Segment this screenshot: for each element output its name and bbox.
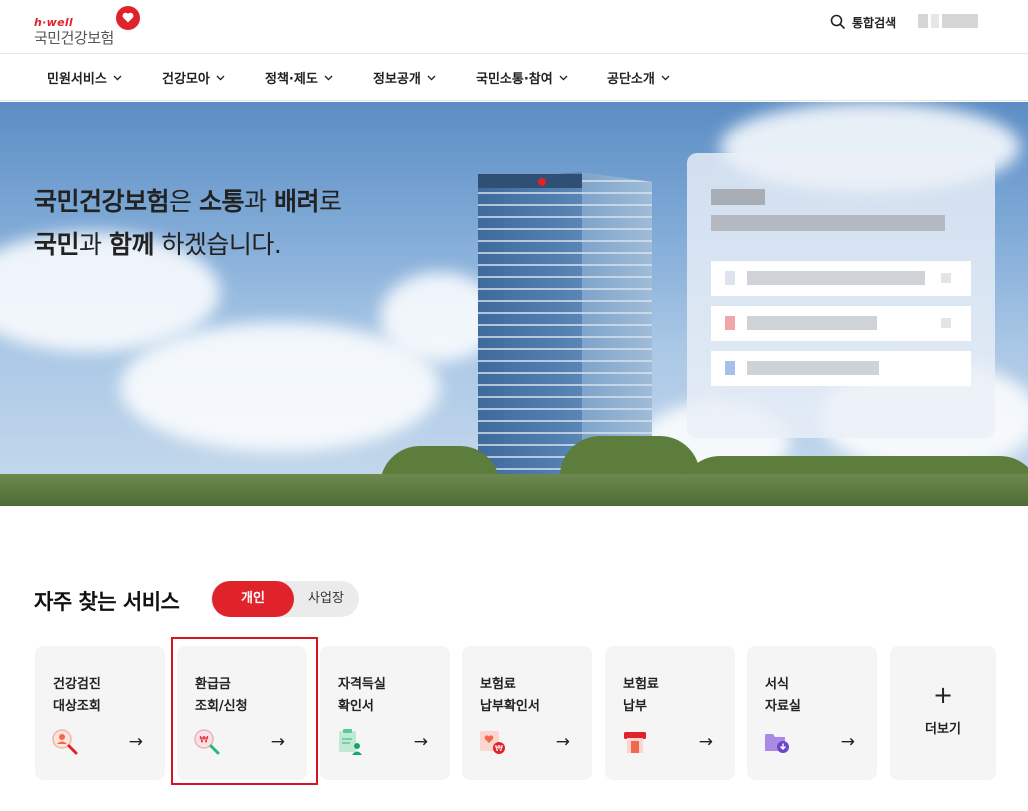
service-card-payment-certificate[interactable]: 보험료 납부확인서 ₩ → — [462, 646, 592, 780]
arrow-right-icon: → — [270, 732, 285, 752]
arrow-right-icon: → — [840, 732, 855, 752]
hero-slogan: 국민건강보험은 소통과 배려로 국민과 함께 하겠습니다. — [34, 180, 342, 266]
service-type-toggle: 개인 사업장 — [211, 581, 359, 617]
service-card-title-line1: 보험료 — [623, 677, 659, 692]
nav-item-about[interactable]: 공단소개 — [607, 68, 670, 87]
service-card-forms[interactable]: 서식 자료실 → — [747, 646, 877, 780]
nav-item-label: 정보공개 — [373, 72, 421, 87]
payment-icon — [624, 732, 646, 753]
panel-row-blurred[interactable] — [711, 351, 971, 386]
search-label: 통합검색 — [852, 15, 897, 30]
chevron-down-icon — [427, 75, 436, 81]
logo-heart-icon — [116, 6, 140, 30]
panel-row-blurred[interactable] — [711, 306, 971, 341]
payment-certificate-icon: ₩ — [480, 731, 505, 754]
arrow-right-icon: → — [698, 732, 713, 752]
service-card-refund[interactable]: 환급금 조회/신청 ₩ → — [177, 646, 307, 780]
integrated-search-button[interactable]: 통합검색 — [830, 12, 896, 32]
service-card-title-line1: 자격득실 — [338, 677, 386, 692]
folder-download-icon — [765, 734, 789, 753]
refund-search-icon: ₩ — [194, 729, 220, 755]
nhis-logo[interactable]: h·well 국민건강보험 — [34, 6, 144, 48]
frequent-services-title: 자주 찾는 서비스 — [34, 590, 180, 614]
nav-item-label: 국민소통·참여 — [476, 72, 553, 87]
panel-row-blurred[interactable] — [711, 261, 971, 296]
ground-shape — [0, 474, 1028, 506]
main-nav: 민원서비스 건강모아 정책·제도 정보공개 국민소통·참여 공단소개 — [0, 54, 1028, 101]
service-card-title-line2: 조회/신청 — [195, 699, 248, 714]
document-person-icon — [339, 729, 362, 755]
hero-slogan-line-1: 국민건강보험은 소통과 배려로 — [34, 187, 342, 216]
service-card-title-line2: 대상조회 — [53, 699, 101, 714]
nav-item-label: 정책·제도 — [265, 72, 318, 87]
chevron-down-icon — [324, 75, 333, 81]
service-card-health-checkup[interactable]: 건강검진 대상조회 → — [35, 646, 165, 780]
user-menu-blurred[interactable] — [918, 14, 978, 28]
service-card-title-line1: 환급금 — [195, 677, 231, 692]
nav-item-label: 공단소개 — [607, 72, 655, 87]
search-person-icon — [52, 729, 78, 755]
service-card-title-line2: 납부 — [623, 699, 647, 714]
service-card-payment[interactable]: 보험료 납부 → — [605, 646, 735, 780]
quick-info-panel-blurred — [687, 153, 995, 438]
hero-slogan-line-2: 국민과 함께 하겠습니다. — [34, 230, 282, 259]
nav-item-info-disclosure[interactable]: 정보공개 — [373, 68, 436, 87]
search-icon — [830, 14, 846, 30]
chevron-down-icon — [113, 75, 122, 81]
hero-banner: 국민건강보험은 소통과 배려로 국민과 함께 하겠습니다. — [0, 102, 1028, 506]
service-card-qualification[interactable]: 자격득실 확인서 → — [320, 646, 450, 780]
service-card-title-line2: 확인서 — [338, 699, 374, 714]
nav-item-label: 건강모아 — [162, 72, 210, 87]
nav-item-policy[interactable]: 정책·제도 — [265, 68, 333, 87]
nav-item-label: 민원서비스 — [47, 72, 107, 87]
arrow-right-icon: → — [128, 732, 143, 752]
chevron-down-icon — [559, 75, 568, 81]
tab-business[interactable]: 사업장 — [295, 581, 357, 617]
service-card-title-line1: 보험료 — [480, 677, 516, 692]
service-card-title-line1: 서식 — [765, 677, 789, 692]
nav-item-health-moa[interactable]: 건강모아 — [162, 68, 225, 87]
plus-icon: + — [932, 681, 954, 709]
service-card-title-line2: 납부확인서 — [480, 699, 540, 714]
arrow-right-icon: → — [413, 732, 428, 752]
tab-personal[interactable]: 개인 — [212, 581, 294, 617]
service-card-title-line2: 자료실 — [765, 699, 801, 714]
svg-text:₩: ₩ — [495, 744, 503, 753]
chevron-down-icon — [216, 75, 225, 81]
chevron-down-icon — [661, 75, 670, 81]
svg-text:₩: ₩ — [200, 736, 209, 746]
nav-item-communication[interactable]: 국민소통·참여 — [476, 68, 568, 87]
more-services-label: 더보기 — [925, 722, 961, 737]
logo-name-text: 국민건강보험 — [34, 29, 114, 47]
site-header: h·well 국민건강보험 통합검색 — [0, 0, 1028, 54]
more-services-button[interactable]: + 더보기 — [890, 646, 996, 780]
service-card-title-line1: 건강검진 — [53, 677, 101, 692]
nav-item-civil-service[interactable]: 민원서비스 — [47, 68, 122, 87]
arrow-right-icon: → — [555, 732, 570, 752]
